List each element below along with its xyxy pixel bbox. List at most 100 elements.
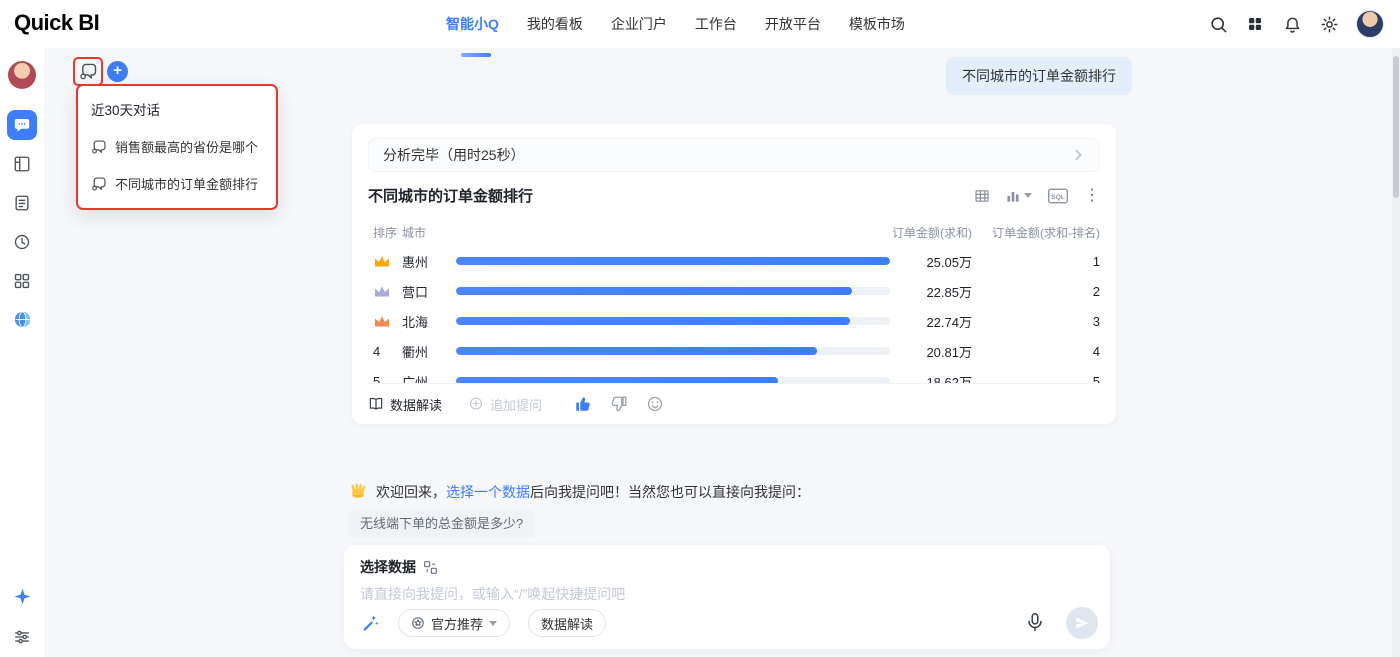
value-cell: 22.74万 [926,314,972,330]
top-navigation-bar: Quick BI 智能小Q 我的看板 企业门户 工作台 开放平台 模板市场 [0,0,1400,57]
suggested-question-chip[interactable]: 无线端下单的总金额是多少? [348,510,536,537]
col-rank: 排序 [373,225,398,240]
thumb-up-icon[interactable] [574,395,592,413]
table-view-icon[interactable] [974,188,990,204]
sidebar-item-globe[interactable] [12,309,32,329]
value-cell: 18.62万 [926,374,972,384]
city-cell: 广州 [402,374,429,384]
sidebar-item-reports[interactable] [12,154,32,174]
bar-fill [456,287,852,295]
city-cell: 衢州 [402,344,429,360]
choose-dataset-link[interactable]: 选择一个数据 [446,484,530,500]
apps-grid-icon[interactable] [1245,14,1265,34]
value-cell: 22.85万 [926,284,972,300]
welcome-text: 欢迎回来，选择一个数据后向我提问吧！当然您也可以直接向我提问： [376,484,810,500]
magic-wand-icon[interactable] [360,613,380,633]
nav-item-enterprise-portal[interactable]: 企业门户 [611,14,667,34]
medal-silver-icon [375,286,389,297]
followup-question-button[interactable]: 追加提问 [468,395,542,414]
history-item[interactable]: 销售额最高的省份是哪个 [91,137,263,156]
table-row: 5 广州 18.62万 5 [368,366,1100,383]
question-input[interactable] [360,586,960,602]
new-conversation-button[interactable]: + [107,61,128,82]
city-cell: 惠州 [402,254,429,270]
medal-bronze-icon [375,316,389,327]
microphone-icon[interactable] [1024,611,1048,635]
feedback-smiley-icon[interactable] [646,395,664,413]
analysis-card-footer: 数据解读 追加提问 [368,383,1100,424]
sidebar-item-history[interactable] [12,232,32,252]
bar-track [456,317,890,325]
value-cell: 25.05万 [926,254,972,270]
official-recommend-chip[interactable]: 官方推荐 [398,609,511,637]
search-icon[interactable] [1208,14,1228,34]
welcome-message: 欢迎回来，选择一个数据后向我提问吧！当然您也可以直接向我提问： [348,482,810,502]
bell-icon[interactable] [1282,14,1302,34]
data-interpret-button[interactable]: 数据解读 [368,395,442,414]
result-title: 不同城市的订单金额排行 [368,188,534,205]
nav-item-workbench[interactable]: 工作台 [695,14,737,34]
interpret-label: 数据解读 [390,397,443,413]
history-popup: 近30天对话 销售额最高的省份是哪个 不同城市的订单金额排行 [76,84,278,210]
chat-history-icon [92,139,106,154]
table-header: 排序 城市 订单金额(求和) 订单金额(求和-排名) [368,223,1100,241]
value-rank-cell: 4 [1092,343,1100,359]
medal-gold-icon [375,256,389,267]
composer-toolbar: 官方推荐 数据解读 [360,607,1098,639]
chat-history-icon [92,176,106,191]
bar-chart-icon [1007,191,1019,202]
user-message-bubble: 不同城市的订单金额排行 [946,57,1132,95]
sidebar-item-apps[interactable] [12,271,32,291]
value-rank-cell: 2 [1092,283,1100,299]
bar-track [456,287,890,295]
table-row: 营口 22.85万 2 [368,276,1100,306]
nav-item-smart-q[interactable]: 智能小Q [446,14,499,34]
select-data-control[interactable]: 选择数据 [360,557,1094,577]
rank-cell: 5 [373,373,381,384]
sidebar-sparkle-icon[interactable] [12,586,32,606]
feedback-group [574,395,664,413]
user-avatar[interactable] [1356,10,1384,38]
gear-icon[interactable] [1319,14,1339,34]
bar-fill [456,347,817,355]
data-interpret-chip[interactable]: 数据解读 [528,609,607,637]
followup-chat-icon [469,397,483,410]
col-city: 城市 [402,225,427,240]
svg-text:SQL: SQL [1051,194,1065,201]
col-order-amount-rank: 订单金额(求和-排名) [992,225,1100,240]
history-item[interactable]: 不同城市的订单金额排行 [91,174,263,193]
more-options-icon[interactable]: ⋮ [1084,187,1100,204]
chevron-right-icon [1075,149,1082,161]
send-button[interactable] [1066,607,1098,639]
sidebar-item-documents[interactable] [12,193,32,213]
thumb-down-icon[interactable] [610,395,628,413]
scrollbar-thumb[interactable] [1393,56,1399,198]
chart-view-selector[interactable] [1005,188,1032,204]
nav-item-template-market[interactable]: 模板市场 [849,14,905,34]
sql-view-icon[interactable]: SQL [1047,188,1069,204]
city-cell: 北海 [402,314,429,330]
value-rank-cell: 1 [1092,253,1100,269]
bar-fill [456,257,890,265]
analysis-result-card: 分析完毕（用时25秒） 不同城市的订单金额排行 SQL ⋮ 排序 城市 订单金额… [352,124,1116,424]
table-rows-viewport[interactable]: 惠州 25.05万 1 营口 22.85万 2 北海 22.74万 3 4 衢州… [368,246,1100,383]
scrollbar-track[interactable] [1392,48,1400,657]
conversation-history-icon[interactable] [77,61,99,83]
followup-label: 追加提问 [490,397,543,413]
sidebar-avatar[interactable] [8,61,36,89]
caret-down-icon [1024,193,1032,198]
table-row: 4 衢州 20.81万 4 [368,336,1100,366]
sidebar-item-chat[interactable] [7,110,37,140]
rank-cell: 4 [373,343,381,359]
nav-item-open-platform[interactable]: 开放平台 [765,14,821,34]
dataset-picker-icon [424,560,437,574]
question-composer: 选择数据 官方推荐 数据解读 [344,545,1110,649]
nav-item-my-dashboard[interactable]: 我的看板 [527,14,583,34]
chart-toolbar: SQL ⋮ [974,187,1100,204]
active-nav-underline [461,53,491,57]
official-recommend-label: 官方推荐 [431,616,484,632]
analysis-status-bar[interactable]: 分析完毕（用时25秒） [368,138,1100,172]
city-cell: 营口 [402,284,429,300]
quickbi-logo[interactable]: Quick BI [14,10,100,36]
sidebar-settings-sliders-icon[interactable] [12,627,32,647]
